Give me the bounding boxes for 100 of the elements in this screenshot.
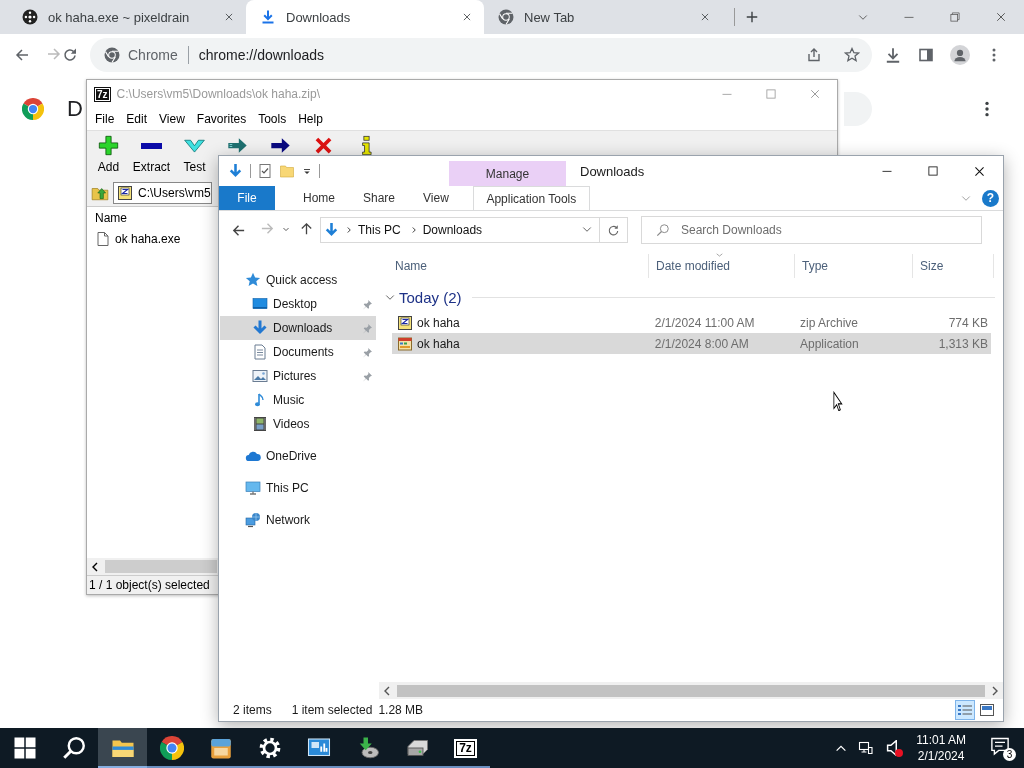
taskbar-button[interactable]: 7z	[441, 728, 490, 768]
document-icon	[252, 344, 268, 360]
breadcrumb-item[interactable]: This PC	[358, 223, 401, 237]
box-icon	[208, 736, 233, 760]
network-icon[interactable]	[858, 740, 875, 756]
ribbon-tab[interactable]: View	[409, 186, 463, 210]
column-header[interactable]: Date modified	[649, 254, 795, 278]
nav-item[interactable]: Videos	[220, 412, 376, 436]
toolbar-button[interactable]: Add	[87, 131, 130, 180]
profile-icon[interactable]	[950, 45, 970, 65]
star-icon	[245, 272, 261, 288]
back-icon[interactable]	[14, 47, 30, 63]
clock[interactable]: 11:01 AM 2/1/2024	[916, 732, 966, 764]
column-header[interactable]: Name	[95, 211, 215, 225]
file-icon	[95, 231, 111, 247]
path-field[interactable]: C:\Users\vm5	[113, 182, 212, 204]
address-bar[interactable]: Chrome chrome://downloads	[90, 38, 872, 72]
reload-icon[interactable]	[62, 47, 78, 63]
nav-item[interactable]: Pictures	[220, 364, 376, 388]
checklist-icon[interactable]	[257, 163, 273, 179]
nav-item[interactable]: Documents	[220, 340, 376, 364]
menu-item[interactable]: Edit	[120, 112, 154, 126]
nav-item[interactable]: Network	[220, 508, 376, 532]
search-field[interactable]: Search Downloads	[641, 216, 982, 244]
ribbon-tab[interactable]: Application Tools	[472, 186, 590, 210]
file-row[interactable]: ok haha 2/1/2024 11:00 AM zip Archive 774 KB	[392, 312, 991, 333]
close-icon[interactable]	[973, 164, 986, 178]
column-header[interactable]: Type	[795, 254, 913, 278]
browser-logo-icon	[159, 736, 184, 760]
restore-icon[interactable]	[949, 11, 961, 23]
plus-icon[interactable]	[745, 10, 759, 24]
download-icon	[252, 320, 268, 336]
ribbon-tab[interactable]: Share	[349, 186, 410, 210]
toolbar-button[interactable]: Test	[173, 131, 216, 180]
browser-logo-icon	[498, 9, 514, 25]
maximize-icon[interactable]	[927, 165, 939, 177]
notification-button[interactable]: 3	[990, 735, 1016, 761]
details-view-icon	[957, 702, 973, 718]
file-name: ok haha	[417, 315, 460, 330]
nav-item[interactable]: OneDrive	[220, 444, 376, 468]
column-header[interactable]: Name	[388, 254, 649, 278]
breadcrumb-item[interactable]: Downloads	[422, 223, 483, 237]
pin-icon	[362, 370, 373, 382]
pin-icon	[362, 322, 373, 334]
share-icon[interactable]	[806, 47, 822, 63]
volume-button[interactable]	[884, 740, 901, 756]
table-cell-text: 2/1/2024 11:00 AM	[653, 315, 756, 330]
download-icon	[260, 9, 276, 25]
download-icon[interactable]	[884, 46, 902, 64]
app-logo: 7z	[454, 738, 477, 758]
scrollbar-thumb[interactable]	[397, 684, 985, 697]
ribbon-tab[interactable]: Home	[289, 186, 349, 210]
group-header[interactable]: Today (2)	[399, 288, 462, 306]
window-title: Downloads	[580, 162, 645, 181]
address-bar[interactable]: This PC Downloads	[320, 217, 600, 243]
taskbar-button[interactable]	[98, 728, 147, 768]
browser-tab[interactable]: Downloads	[246, 0, 484, 34]
url-text: chrome://downloads	[198, 47, 326, 63]
menu-item[interactable]: File	[89, 112, 121, 126]
sort-icon	[715, 251, 724, 260]
window-title: C:\Users\vm5\Downloads\ok haha.zip\	[116, 87, 320, 101]
file-name: ok haha	[417, 336, 460, 351]
image-icon	[252, 368, 268, 384]
nav-item[interactable]: Music	[220, 388, 376, 412]
browser-tab[interactable]: ok haha.exe ~ pixeldrain	[8, 0, 246, 34]
menu-item[interactable]: Favorites	[190, 112, 253, 126]
download-icon	[323, 221, 340, 239]
pin-icon	[362, 298, 373, 310]
menu-item[interactable]: Help	[292, 112, 329, 126]
toolbar-button[interactable]: Extract	[130, 131, 173, 180]
up-icon[interactable]	[299, 221, 314, 236]
file-row[interactable]: ok haha 2/1/2024 8:00 AM Application 1,313 KB	[392, 333, 991, 354]
view-button[interactable]	[955, 700, 975, 720]
status-text: 1 / 1 object(s) selected	[89, 578, 210, 592]
side-panel-icon[interactable]	[918, 47, 934, 63]
nav-item[interactable]: Desktop	[220, 292, 376, 316]
nav-item[interactable]: This PC	[220, 476, 376, 500]
help-button[interactable]: ?	[982, 189, 999, 207]
site-label: Chrome	[128, 47, 178, 63]
nav-item[interactable]: Quick access	[220, 268, 376, 292]
file-name: ok haha.exe	[115, 232, 181, 246]
menu-item[interactable]: View	[153, 112, 191, 126]
notification-icon	[990, 735, 1010, 756]
browser-tab[interactable]: New Tab	[484, 0, 722, 34]
status-text: 1.28 MB	[378, 703, 424, 717]
status-text: 2 items	[233, 703, 272, 717]
pin-icon	[362, 346, 373, 358]
download-icon[interactable]	[227, 162, 244, 180]
desktop-icon	[252, 296, 268, 312]
star-icon[interactable]	[844, 47, 860, 63]
delete-icon	[313, 135, 334, 156]
site-icon	[22, 9, 38, 25]
browser-logo-icon	[22, 98, 44, 120]
menu-item[interactable]: Tools	[252, 112, 293, 126]
nav-item[interactable]: Downloads	[220, 316, 376, 340]
ribbon-tab[interactable]: File	[219, 186, 275, 210]
scrollbar-thumb[interactable]	[105, 560, 217, 573]
page-heading: D	[67, 96, 83, 122]
column-header[interactable]: Size	[913, 254, 994, 278]
monitor-icon	[245, 480, 261, 496]
